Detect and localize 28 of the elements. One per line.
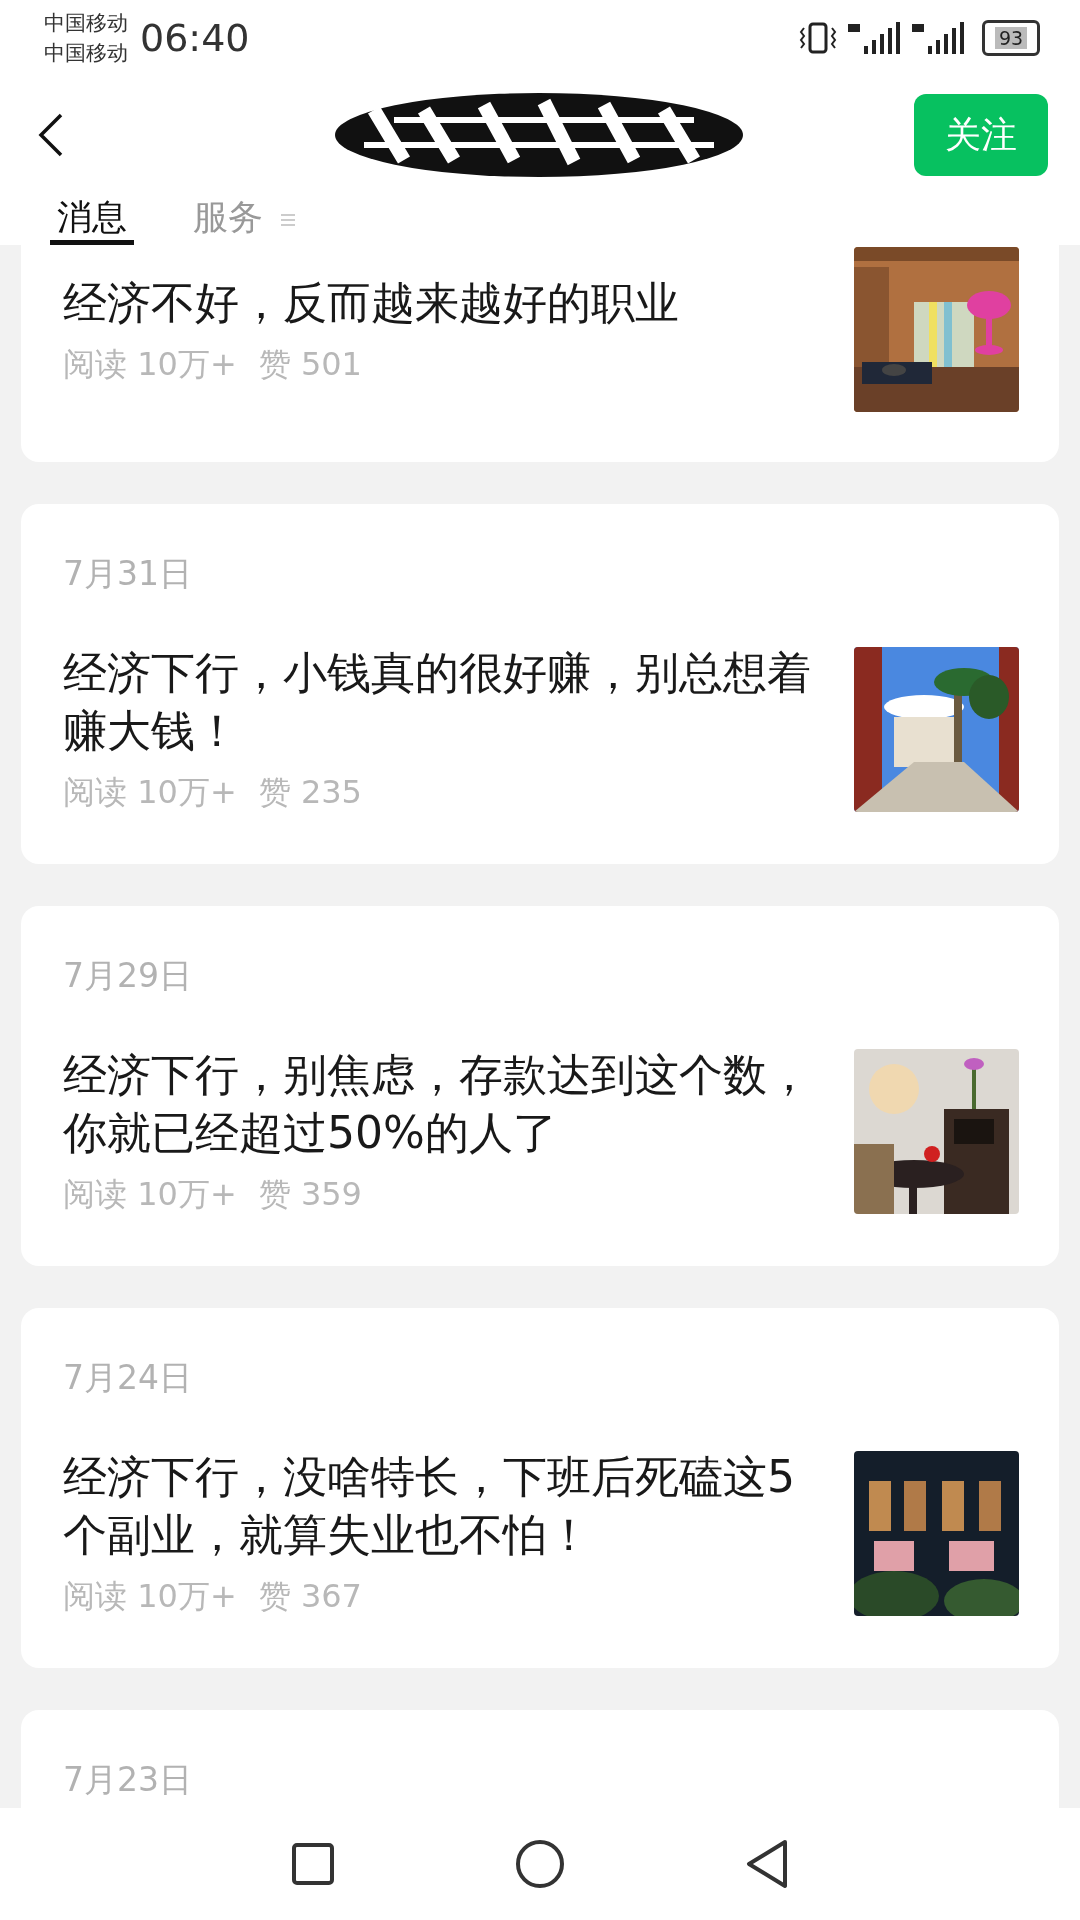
back-icon[interactable] bbox=[745, 1839, 789, 1889]
article-title[interactable]: 经济不好，反而越来越好的职业 bbox=[63, 273, 831, 332]
read-count: 阅读 10万+ bbox=[63, 343, 237, 385]
read-count: 阅读 10万+ bbox=[63, 772, 237, 813]
recent-apps-icon[interactable] bbox=[291, 1842, 335, 1886]
article-title[interactable]: 经济下行，小钱真的很好赚，别总想着赚大钱！ bbox=[63, 644, 831, 760]
article-card[interactable]: 7月31日 经济下行，小钱真的很好赚，别总想着赚大钱！ 阅读 10万+ 赞 235 bbox=[21, 504, 1059, 864]
back-icon[interactable] bbox=[38, 113, 64, 157]
article-card[interactable]: 7月29日 经济下行，别焦虑，存款达到这个数，你就已经超过50%的人了 阅读 10万+ 赞 359 bbox=[21, 906, 1059, 1266]
home-icon[interactable] bbox=[515, 1839, 565, 1889]
article-date: 7月29日 bbox=[63, 955, 193, 997]
read-count: 阅读 10万+ bbox=[63, 1174, 237, 1215]
like-count: 赞 235 bbox=[258, 772, 362, 813]
like-count: 赞 501 bbox=[258, 343, 362, 385]
read-count: 阅读 10万+ bbox=[63, 1576, 237, 1617]
article-title[interactable]: 经济下行，别焦虑，存款达到这个数，你就已经超过50%的人了 bbox=[63, 1046, 831, 1162]
clock-time: 06:40 bbox=[140, 15, 250, 60]
like-count: 赞 367 bbox=[258, 1576, 362, 1617]
carrier-name: 中国移动 bbox=[44, 9, 128, 37]
article-date: 7月31日 bbox=[63, 553, 193, 595]
article-date: 7月24日 bbox=[63, 1357, 193, 1399]
article-date: 7月23日 bbox=[63, 1759, 193, 1801]
like-count: 赞 359 bbox=[258, 1174, 362, 1215]
article-card[interactable]: 7月24日 经济下行，没啥特长，下班后死磕这5个副业，就算失业也不怕！ 阅读 10万+ 赞 367 bbox=[21, 1308, 1059, 1668]
article-title[interactable]: 经济下行，没啥特长，下班后死磕这5个副业，就算失业也不怕！ bbox=[63, 1448, 831, 1564]
article-card[interactable]: 经济不好，反而越来越好的职业 阅读 10万+ 赞 501 bbox=[21, 245, 1059, 462]
battery-indicator: 93 bbox=[982, 19, 1040, 56]
carrier-name: 中国移动 bbox=[44, 39, 128, 67]
